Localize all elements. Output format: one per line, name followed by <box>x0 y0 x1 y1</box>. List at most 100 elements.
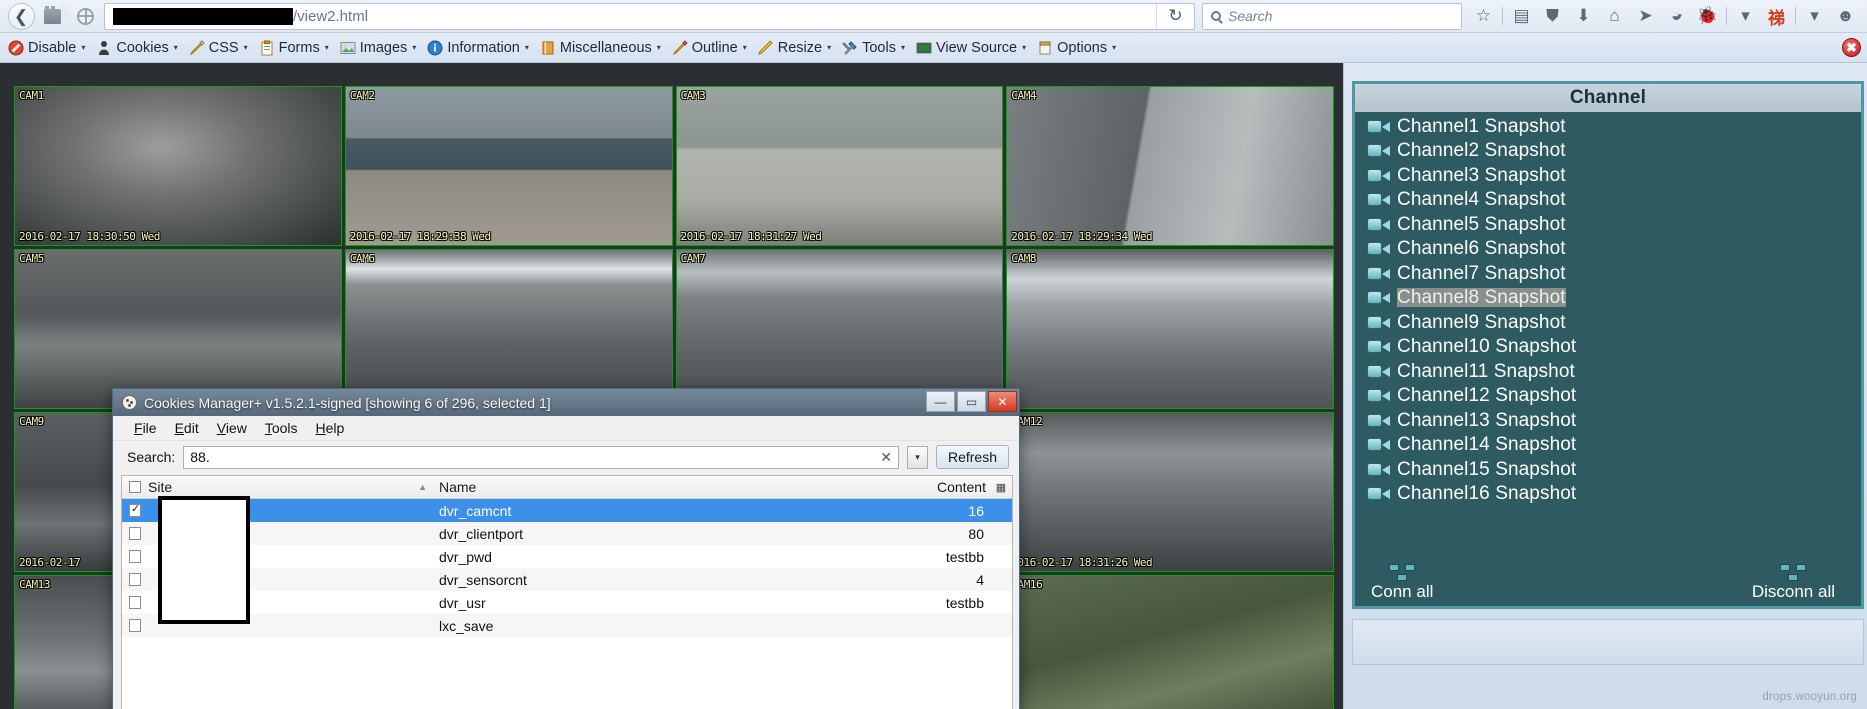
camera-tile[interactable]: CAM3 2016-02-17 18:31:27 Wed <box>675 86 1004 246</box>
chinese-addon-icon[interactable]: 祶 <box>1761 2 1792 30</box>
chevron-down-icon: ▾ <box>243 43 248 52</box>
reload-button[interactable]: ↻ <box>1156 3 1194 29</box>
firebug-icon[interactable]: 🐞 <box>1692 2 1723 30</box>
table-row[interactable]: dvr_clientport 80 <box>122 522 1012 545</box>
row-checkbox[interactable] <box>122 619 148 632</box>
clear-search-icon[interactable]: ✕ <box>880 449 892 466</box>
table-row[interactable]: lxc_save <box>122 614 1012 637</box>
menu-edit[interactable]: Edit <box>166 418 208 438</box>
send-icon[interactable]: ➤ <box>1630 2 1661 30</box>
channel-list-item[interactable]: Channel10 Snapshot <box>1367 335 1861 360</box>
channel-list-item[interactable]: Channel13 Snapshot <box>1367 408 1861 433</box>
channel-list-item[interactable]: Channel15 Snapshot <box>1367 457 1861 482</box>
row-checkbox[interactable] <box>122 550 148 563</box>
smiley-feedback-icon[interactable]: ☻ <box>1830 2 1861 30</box>
devtool-css[interactable]: CSS ▾ <box>184 38 253 58</box>
camera-tile[interactable]: CAM1 2016-02-17 18:30:50 Wed <box>14 86 342 246</box>
reading-list-icon[interactable]: ▤ <box>1506 2 1537 30</box>
devtool-cookies[interactable]: Cookies ▾ <box>91 38 182 58</box>
maximize-button[interactable]: ▭ <box>957 391 986 412</box>
camera-tile[interactable]: CAM16 <box>1006 575 1334 709</box>
menu-file[interactable]: File <box>125 418 166 438</box>
channel-list-item[interactable]: Channel9 Snapshot <box>1367 310 1861 335</box>
channel-list-item[interactable]: Channel16 Snapshot <box>1367 482 1861 507</box>
devtool-options[interactable]: Options ▾ <box>1032 38 1121 58</box>
camera-tile[interactable]: CAM8 <box>1006 249 1334 409</box>
site-building-icon <box>44 5 61 24</box>
devtool-outline[interactable]: Outline ▾ <box>667 38 752 58</box>
channel-list-item[interactable]: Channel6 Snapshot <box>1367 237 1861 262</box>
row-checkbox[interactable] <box>122 527 148 540</box>
channel-list-item[interactable]: Channel4 Snapshot <box>1367 188 1861 213</box>
site-identity-chip[interactable] <box>38 3 96 29</box>
camera-tile[interactable]: CAM6 <box>344 249 673 409</box>
channel-list-item[interactable]: Channel3 Snapshot <box>1367 163 1861 188</box>
channel-list-item[interactable]: Channel2 Snapshot <box>1367 139 1861 164</box>
row-checkbox[interactable] <box>122 504 148 517</box>
globe-dropdown-icon[interactable]: ◒ ▾ <box>1661 2 1692 30</box>
bookmark-star-icon[interactable]: ☆ <box>1468 2 1499 30</box>
column-header-site[interactable]: Site ▲ <box>148 479 433 495</box>
dialog-title-bar[interactable]: Cookies Manager+ v1.5.2.1-signed [showin… <box>113 389 1019 416</box>
devtool-resize[interactable]: Resize ▾ <box>753 38 836 58</box>
channel-list-item[interactable]: Channel7 Snapshot <box>1367 261 1861 286</box>
conn-all-button[interactable]: Conn all <box>1371 564 1433 602</box>
column-picker-icon[interactable]: ▦ <box>990 481 1012 494</box>
dropdown-caret-icon-2[interactable]: ▾ <box>1799 2 1830 30</box>
devtool-label: Cookies <box>116 39 169 56</box>
search-dropdown-button[interactable]: ▾ <box>906 445 928 469</box>
browser-window: ❮ /view2.html ↻ Search ☆ ▤ ⛊ ⬇ ⌂ ➤ ◒ ▾ 🐞… <box>0 0 1867 709</box>
channel-list-item[interactable]: Channel11 Snapshot <box>1367 359 1861 384</box>
close-button[interactable]: ✕ <box>988 391 1017 412</box>
camera-icon <box>1367 217 1390 232</box>
disconnect-icon <box>1780 564 1807 581</box>
chevron-down-icon: ▾ <box>1112 43 1117 52</box>
table-row[interactable]: dvr_pwd testbb <box>122 545 1012 568</box>
channel-list-item[interactable]: Channel12 Snapshot <box>1367 384 1861 409</box>
devtool-information[interactable]: Information ▾ <box>422 38 534 58</box>
back-button[interactable]: ❮ <box>4 2 38 30</box>
row-checkbox[interactable] <box>122 596 148 609</box>
home-icon[interactable]: ⌂ <box>1599 2 1630 30</box>
refresh-button[interactable]: Refresh <box>935 445 1009 469</box>
row-checkbox[interactable] <box>122 573 148 586</box>
camera-tile[interactable]: CAM12 2016-02-17 18:31:26 Wed <box>1006 412 1334 572</box>
connect-icon <box>1389 564 1416 581</box>
devtool-miscellaneous[interactable]: Miscellaneous ▾ <box>535 38 666 58</box>
devtool-tools[interactable]: Tools ▾ <box>837 38 910 58</box>
camera-tile[interactable]: CAM4 2016-02-17 18:29:34 Wed <box>1006 86 1334 246</box>
search-bar[interactable]: Search <box>1202 2 1462 30</box>
menu-view[interactable]: View <box>208 418 256 438</box>
pocket-shield-icon[interactable]: ⛊ <box>1537 2 1568 30</box>
table-row[interactable]: dvr_sensorcnt 4 <box>122 568 1012 591</box>
minimize-button[interactable]: — <box>926 391 955 412</box>
menu-tools[interactable]: Tools <box>256 418 307 438</box>
menu-help[interactable]: Help <box>307 418 354 438</box>
camera-tile[interactable]: CAM7 <box>675 249 1004 409</box>
devtool-label: View Source <box>935 39 1018 56</box>
camera-tile[interactable]: CAM5 <box>14 249 342 409</box>
close-devbar-button[interactable]: ✖ <box>1842 38 1861 57</box>
cookie-search-input[interactable]: 88. ✕ <box>183 445 899 469</box>
disconn-all-button[interactable]: Disconn all <box>1752 564 1835 602</box>
channel-list-item[interactable]: Channel14 Snapshot <box>1367 433 1861 458</box>
channel-list-item[interactable]: Channel8 Snapshot <box>1367 286 1861 311</box>
devtool-images[interactable]: Images ▾ <box>335 38 422 58</box>
column-header-content[interactable]: Content <box>850 479 990 495</box>
channel-list-item[interactable]: Channel1 Snapshot <box>1367 114 1861 139</box>
channel-list-item[interactable]: Channel5 Snapshot <box>1367 212 1861 237</box>
devtool-disable[interactable]: Disable ▾ <box>3 38 90 58</box>
dropdown-caret-icon[interactable]: ▾ <box>1730 2 1761 30</box>
devtool-view-source[interactable]: View Source ▾ <box>911 38 1031 58</box>
table-row[interactable]: dvr_usr testbb <box>122 591 1012 614</box>
camera-icon <box>1367 266 1390 281</box>
column-header-name[interactable]: Name <box>433 479 850 495</box>
devtool-forms[interactable]: Forms ▾ <box>254 38 334 58</box>
select-all-checkbox[interactable] <box>122 481 148 493</box>
toolbar-divider <box>1726 7 1727 25</box>
url-bar[interactable]: /view2.html ↻ <box>104 2 1195 30</box>
downloads-icon[interactable]: ⬇ <box>1568 2 1599 30</box>
camera-tile[interactable]: CAM2 2016-02-17 18:29:38 Wed <box>344 86 673 246</box>
table-row[interactable]: dvr_camcnt 16 <box>122 499 1012 522</box>
channel-link-label: Channel8 Snapshot <box>1397 287 1566 309</box>
